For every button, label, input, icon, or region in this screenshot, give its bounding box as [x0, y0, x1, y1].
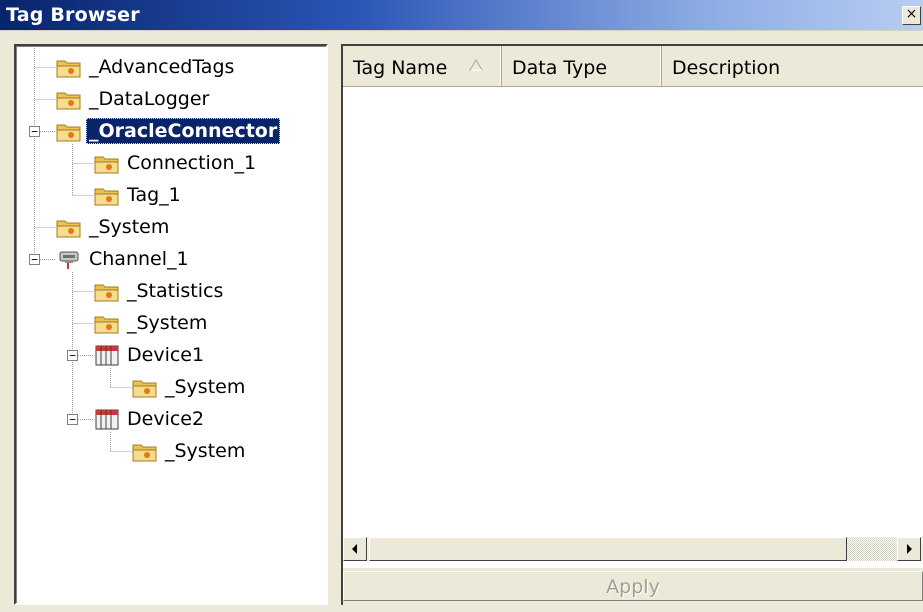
scroll-thumb[interactable] [369, 537, 847, 561]
device-icon [95, 345, 119, 366]
tree-item-datalogger[interactable]: _DataLogger [56, 85, 212, 113]
column-header-tag-name[interactable]: Tag Name [343, 46, 502, 86]
close-icon: × [905, 6, 918, 22]
column-label: Data Type [512, 57, 608, 79]
window-title: Tag Browser [6, 4, 140, 26]
tree-item-label: _DataLogger [89, 88, 210, 110]
tag-list-panel: Tag Name Data Type Description Apply [341, 44, 923, 606]
channel-icon [59, 251, 79, 269]
column-header-description[interactable]: Description [662, 46, 923, 86]
tree-item-connection-1[interactable]: Connection_1 [94, 149, 259, 177]
folder-icon [56, 124, 81, 142]
minus-icon: − [31, 253, 38, 266]
tree-item-device2-system[interactable]: _System [132, 437, 248, 465]
tag-list-body[interactable] [343, 87, 923, 537]
tree-item-advancedtags[interactable]: _AdvancedTags [56, 53, 237, 81]
minus-icon: − [69, 349, 76, 362]
close-button[interactable]: × [902, 6, 921, 25]
horizontal-scrollbar[interactable] [343, 537, 923, 561]
arrow-right-icon [907, 544, 912, 554]
scroll-left-button[interactable] [343, 537, 367, 561]
column-label: Description [672, 57, 781, 79]
tree-item-system[interactable]: _System [56, 213, 172, 241]
tree-item-label: Tag_1 [127, 184, 181, 206]
folder-icon [56, 60, 81, 78]
tree-item-statistics[interactable]: _Statistics [94, 277, 226, 305]
minus-icon: − [69, 413, 76, 426]
apply-bar: Apply [343, 567, 923, 606]
folder-icon [94, 316, 119, 334]
scroll-track[interactable] [847, 537, 897, 561]
tree-item-label: Channel_1 [89, 248, 189, 270]
minus-icon: − [31, 125, 38, 138]
tree-item-label: Device1 [127, 344, 205, 366]
collapse-button-device2[interactable]: − [67, 414, 78, 425]
collapse-button-oracleconnector[interactable]: − [29, 126, 40, 137]
tree-item-tag-1[interactable]: Tag_1 [94, 181, 184, 209]
tree-item-label: Connection_1 [127, 152, 257, 174]
collapse-button-device1[interactable]: − [67, 350, 78, 361]
arrow-left-icon [352, 544, 357, 554]
tree-item-label: _System [165, 376, 246, 398]
tree-item-oracleconnector[interactable]: _OracleConnector [56, 117, 281, 145]
tree-item-label: Device2 [127, 408, 205, 430]
tree-item-channel-system[interactable]: _System [94, 309, 210, 337]
sort-ascending-icon [469, 59, 483, 71]
folder-icon [132, 444, 157, 462]
scroll-right-button[interactable] [897, 537, 921, 561]
tree-item-label: _System [89, 216, 170, 238]
tree-item-device1[interactable]: Device1 [94, 341, 207, 369]
title-bar: Tag Browser × [0, 0, 923, 31]
folder-icon [56, 220, 81, 238]
apply-button[interactable]: Apply [343, 571, 923, 601]
tree-item-label: _AdvancedTags [89, 56, 235, 78]
tree-item-device2[interactable]: Device2 [94, 405, 207, 433]
tree-item-label: _Statistics [127, 280, 224, 302]
tree-item-label: _System [127, 312, 208, 334]
collapse-button-channel-1[interactable]: − [29, 254, 40, 265]
folder-icon [56, 92, 81, 110]
column-header-row: Tag Name Data Type Description [343, 46, 923, 87]
column-header-data-type[interactable]: Data Type [502, 46, 662, 86]
tree-item-label: _OracleConnector [86, 118, 281, 144]
tree-item-label: _System [165, 440, 246, 462]
folder-icon [132, 380, 157, 398]
folder-icon [94, 284, 119, 302]
tree-item-channel-1[interactable]: Channel_1 [56, 245, 192, 273]
tag-tree-panel[interactable]: − − − − _AdvancedTags _DataLogger _Oracl… [14, 44, 328, 605]
device-icon [95, 409, 119, 430]
tree-item-device1-system[interactable]: _System [132, 373, 248, 401]
folder-icon [94, 156, 119, 174]
column-label: Tag Name [353, 57, 448, 79]
folder-icon [94, 188, 119, 206]
